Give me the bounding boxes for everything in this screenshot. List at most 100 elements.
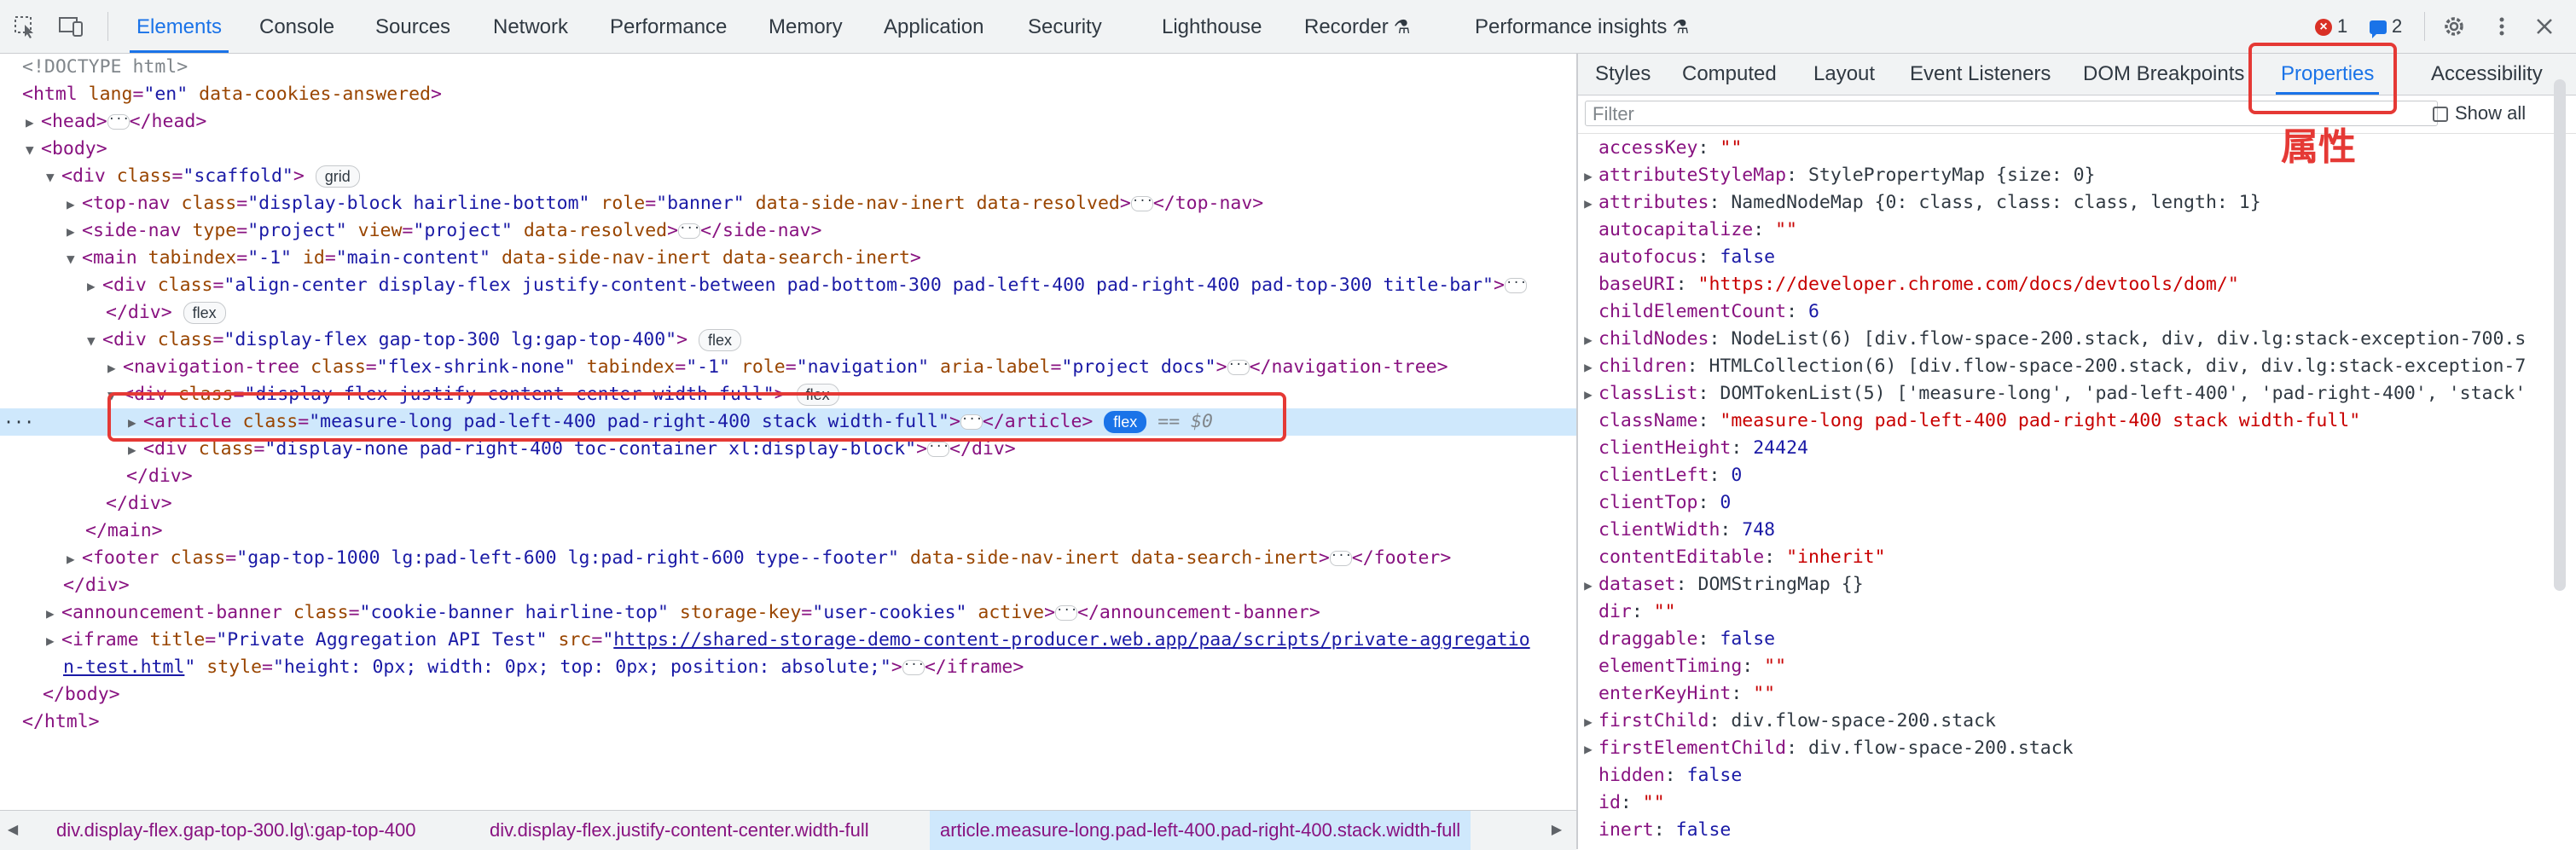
property-row[interactable]: clientLeft: 0	[1578, 462, 2576, 489]
tab-computed[interactable]: Computed	[1682, 54, 1777, 95]
messages-badge[interactable]: 2	[2370, 12, 2402, 41]
dom-line[interactable]: </main>	[0, 518, 1576, 545]
dom-line[interactable]: </html>	[0, 708, 1576, 736]
device-toolbar-icon[interactable]	[56, 12, 85, 41]
more-options-icon[interactable]	[2487, 12, 2516, 41]
property-row[interactable]: ▶ classList: DOMTokenList(5) ['measure-lo…	[1578, 380, 2576, 408]
property-row[interactable]: autofocus: false	[1578, 244, 2576, 271]
property-row[interactable]: ▶ attributes: NamedNodeMap {0: class, cla…	[1578, 189, 2576, 217]
tab-dom-breakpoints[interactable]: DOM Breakpoints	[2083, 54, 2244, 95]
dom-line[interactable]: ▼ <body>	[0, 136, 1576, 163]
tab-lighthouse[interactable]: Lighthouse	[1162, 0, 1262, 53]
property-row[interactable]: draggable: false	[1578, 626, 2576, 653]
expand-arrow-icon[interactable]: ▶	[1578, 190, 1598, 217]
property-value: "inherit"	[1786, 546, 1886, 568]
property-row[interactable]: childElementCount: 6	[1578, 298, 2576, 326]
property-row[interactable]: ▶ attributeStyleMap: StylePropertyMap {si…	[1578, 162, 2576, 189]
dom-line[interactable]: ▼ <main tabindex="-1" id="main-content" d…	[0, 245, 1576, 272]
tab-styles[interactable]: Styles	[1595, 54, 1651, 95]
property-key: clientWidth	[1598, 519, 1720, 541]
property-row[interactable]: className: "measure-long pad-left-400 pa…	[1578, 408, 2576, 435]
show-all-checkbox[interactable]: Show all	[2433, 101, 2526, 126]
expand-arrow-icon[interactable]: ▶	[1578, 327, 1598, 354]
tab-performance-insights[interactable]: Performance insights ⚗	[1475, 0, 1689, 53]
dom-line[interactable]: <!DOCTYPE html>	[0, 54, 1576, 81]
expand-arrow-icon[interactable]: ▶	[1578, 708, 1598, 736]
dom-line[interactable]: ▼ <div class="display-flex gap-top-300 lg…	[0, 327, 1576, 354]
property-key: accessKey	[1598, 137, 1698, 159]
breadcrumb-item[interactable]: div.display-flex.gap-top-300.lg\:gap-top…	[56, 811, 416, 850]
dom-line[interactable]: ▶ <footer class="gap-top-1000 lg:pad-left…	[0, 545, 1576, 572]
dom-line[interactable]: ▼ <div class="scaffold"> grid	[0, 163, 1576, 190]
property-value: DOMStringMap {}	[1697, 574, 1864, 595]
tab-recorder-label: Recorder	[1304, 15, 1389, 38]
tab-memory[interactable]: Memory	[769, 0, 843, 53]
property-key: autofocus	[1598, 246, 1698, 268]
tab-security[interactable]: Security	[1028, 0, 1102, 53]
dom-line[interactable]: </div> flex	[0, 299, 1576, 327]
property-row[interactable]: baseURI: "https://developer.chrome.com/d…	[1578, 271, 2576, 298]
property-row[interactable]: contentEditable: "inherit"	[1578, 544, 2576, 571]
settings-gear-icon[interactable]	[2440, 12, 2469, 41]
close-icon[interactable]	[2530, 12, 2559, 41]
tab-layout[interactable]: Layout	[1813, 54, 1875, 95]
property-value: false	[1720, 246, 1776, 268]
expand-arrow-icon[interactable]: ▶	[1578, 572, 1598, 599]
tab-network[interactable]: Network	[493, 0, 568, 53]
errors-badge[interactable]: × 1	[2315, 12, 2347, 41]
dom-line[interactable]: </body>	[0, 681, 1576, 708]
tab-accessibility[interactable]: Accessibility	[2431, 54, 2543, 95]
property-row[interactable]: ▶ firstElementChild: div.flow-space-200.s…	[1578, 735, 2576, 762]
property-row[interactable]: autocapitalize: ""	[1578, 217, 2576, 244]
property-value: div.flow-space-200.stack	[1807, 737, 2074, 759]
tab-application[interactable]: Application	[884, 0, 983, 53]
expand-arrow-icon[interactable]: ▶	[1578, 381, 1598, 408]
dom-line[interactable]: ▶ <head>···</head>	[0, 108, 1576, 136]
property-row[interactable]: elementTiming: ""	[1578, 653, 2576, 680]
dom-line[interactable]: ▶ <top-nav class="display-block hairline-…	[0, 190, 1576, 217]
property-row[interactable]: accessKey: ""	[1578, 135, 2576, 162]
expand-arrow-icon[interactable]: ▶	[1578, 163, 1598, 190]
property-row[interactable]: ▶ dataset: DOMStringMap {}	[1578, 571, 2576, 598]
property-row[interactable]: clientHeight: 24424	[1578, 435, 2576, 462]
tab-recorder[interactable]: Recorder ⚗	[1304, 0, 1410, 53]
tab-console[interactable]: Console	[259, 0, 334, 53]
tab-elements[interactable]: Elements	[129, 0, 229, 53]
property-row[interactable]: ▶ firstChild: div.flow-space-200.stack	[1578, 708, 2576, 735]
scroll-right-icon[interactable]: ▶	[1544, 811, 1569, 850]
property-row[interactable]: enterKeyHint: ""	[1578, 680, 2576, 708]
property-value: HTMLCollection(6) [div.flow-space-200.st…	[1709, 356, 2527, 377]
property-row[interactable]: ▶ childNodes: NodeList(6) [div.flow-space…	[1578, 326, 2576, 353]
dom-line[interactable]: </div>	[0, 463, 1576, 490]
scroll-left-icon[interactable]: ◀	[0, 811, 26, 850]
dom-line[interactable]: ▶ <side-nav type="project" view="project"…	[0, 217, 1576, 245]
property-row[interactable]: id: ""	[1578, 789, 2576, 817]
property-key: clientHeight	[1598, 437, 1732, 459]
checkbox-icon[interactable]	[2433, 107, 2448, 123]
dom-line[interactable]: </div>	[0, 572, 1576, 599]
property-row[interactable]: clientTop: 0	[1578, 489, 2576, 517]
dom-line[interactable]: ▶ <navigation-tree class="flex-shrink-non…	[0, 354, 1576, 381]
dom-line[interactable]: n-test.html" style="height: 0px; width: …	[0, 654, 1576, 681]
property-row[interactable]: ▶ children: HTMLCollection(6) [div.flow-s…	[1578, 353, 2576, 380]
scrollbar[interactable]	[2554, 79, 2566, 591]
property-row[interactable]: hidden: false	[1578, 762, 2576, 789]
expand-arrow-icon[interactable]: ▶	[1578, 354, 1598, 381]
property-row[interactable]: dir: ""	[1578, 598, 2576, 626]
tab-sources[interactable]: Sources	[375, 0, 450, 53]
property-row[interactable]: clientWidth: 748	[1578, 517, 2576, 544]
inspect-element-icon[interactable]	[10, 12, 39, 41]
breadcrumb-item-selected[interactable]: article.measure-long.pad-left-400.pad-ri…	[930, 811, 1471, 850]
dom-line[interactable]: ▶ <announcement-banner class="cookie-bann…	[0, 599, 1576, 627]
dom-line[interactable]: </div>	[0, 490, 1576, 518]
dom-line[interactable]: ▶ <iframe title="Private Aggregation API …	[0, 627, 1576, 654]
property-row[interactable]: inert: false	[1578, 817, 2576, 844]
dom-line[interactable]: ▶ <div class="align-center display-flex j…	[0, 272, 1576, 299]
tab-performance[interactable]: Performance	[610, 0, 727, 53]
breadcrumb-item[interactable]: div.display-flex.justify-content-center.…	[490, 811, 869, 850]
expand-arrow-icon[interactable]: ▶	[1578, 736, 1598, 763]
tab-event-listeners[interactable]: Event Listeners	[1910, 54, 2051, 95]
more-icon[interactable]: ···	[3, 408, 34, 436]
dom-line[interactable]: <html lang="en" data-cookies-answered>	[0, 81, 1576, 108]
